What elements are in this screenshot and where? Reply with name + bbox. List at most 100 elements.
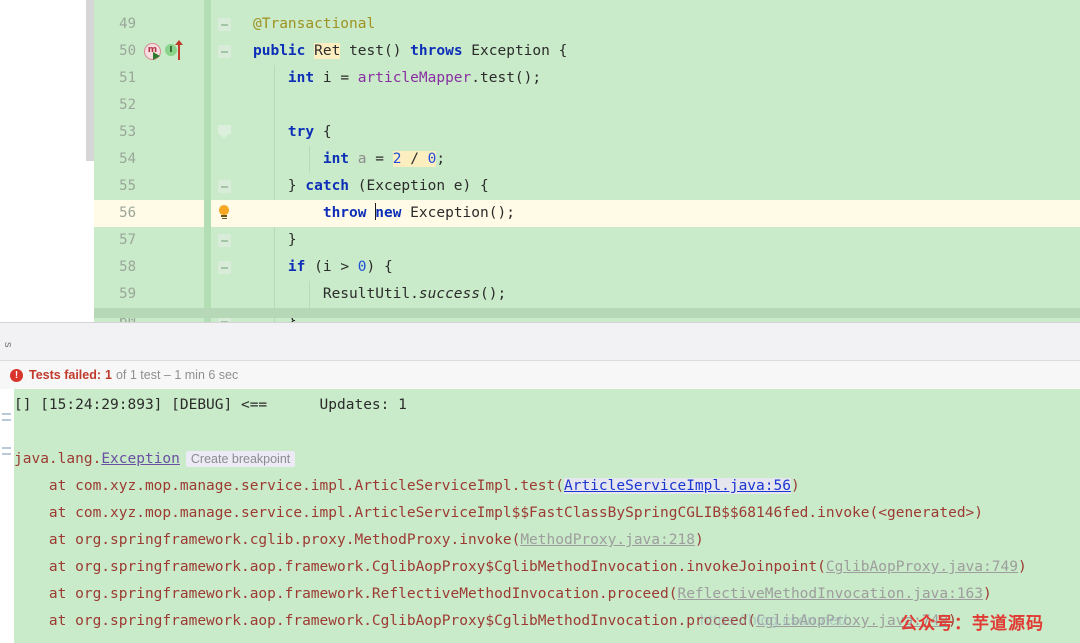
stack-frame: org.springframework.cglib.proxy.MethodPr… [75, 532, 521, 548]
stack-tail: ) [948, 613, 957, 629]
run-arrow-icon[interactable] [153, 52, 160, 60]
code-line-current[interactable]: 56 throw new Exception(); [94, 200, 1080, 227]
exception-header-line[interactable]: java.lang.Exception Create breakpoint [14, 446, 1080, 473]
code-line[interactable]: 55 } catch (Exception e) { [94, 173, 1080, 200]
fold-marker-icon[interactable] [218, 180, 231, 193]
error-icon: ! [10, 368, 23, 382]
indent-guides [239, 227, 1080, 254]
left-scrollbar-thumb[interactable] [86, 0, 94, 161]
fold-marker-icon[interactable] [218, 234, 231, 247]
overriding-method-arrow-icon[interactable] [175, 40, 183, 60]
line-number: 57 [119, 232, 136, 248]
code-line[interactable]: 52 [94, 92, 1080, 119]
stack-tail: ) [1017, 559, 1027, 575]
stack-file-link[interactable]: ArticleServiceImpl.java:56 [563, 478, 791, 494]
line-number: 50 [119, 43, 136, 59]
stack-file-link[interactable]: ReflectiveMethodInvocation.java:163 [677, 586, 983, 602]
fold-marker-icon[interactable] [218, 45, 231, 58]
gutter-run-icons[interactable]: m I [138, 38, 198, 65]
vcs-change-bar [204, 11, 211, 38]
fold-gutter[interactable] [211, 227, 239, 254]
tests-failed-count: 1 [105, 368, 112, 382]
stack-frame-row[interactable]: at org.springframework.cglib.proxy.Metho… [14, 527, 1080, 554]
stack-frame-row[interactable]: at org.springframework.aop.framework.Cgl… [14, 608, 1080, 635]
vcs-change-bar [204, 38, 211, 65]
fold-gutter[interactable] [211, 173, 239, 200]
indent-guides [239, 92, 1080, 119]
rail-mark [2, 419, 11, 421]
code-line-text: ResultUtil.success(); [253, 286, 507, 302]
code-line-text: } [253, 232, 297, 248]
fold-marker-icon[interactable] [218, 261, 231, 274]
stack-frame-row[interactable]: at org.springframework.aop.framework.Cgl… [14, 554, 1080, 581]
tool-window-tabbar[interactable]: s [0, 330, 1080, 361]
vcs-change-bar [204, 173, 211, 200]
fold-gutter[interactable] [211, 254, 239, 281]
code-line-text: throw new Exception(); [322, 203, 515, 221]
rail-mark [2, 413, 11, 415]
console-output[interactable]: [] [15:24:29:893] [DEBUG] <== Updates: 1… [14, 389, 1080, 643]
code-line[interactable]: 51 int i = articleMapper.test(); [94, 65, 1080, 92]
stack-at: at [14, 505, 76, 521]
stack-frame: com.xyz.mop.manage.service.impl.ArticleS… [75, 505, 879, 521]
vcs-change-bar [204, 146, 211, 173]
intention-bulb[interactable] [211, 200, 239, 227]
code-line[interactable]: 58 if (i > 0) { [94, 254, 1080, 281]
exception-name-link[interactable]: Exception [101, 451, 180, 467]
code-line[interactable]: 50 m I public Ret test() throws Exceptio… [94, 38, 1080, 65]
stack-file-link[interactable]: MethodProxy.java:218 [520, 532, 695, 548]
stack-at: at [14, 613, 76, 629]
stack-file-link[interactable]: CglibAopProxy.java:749 [826, 559, 1018, 575]
stack-frame: org.springframework.aop.framework.Reflec… [75, 586, 678, 602]
code-line-text: try { [287, 124, 332, 140]
vcs-change-bar [204, 65, 211, 92]
stack-tail: ) [974, 505, 984, 521]
code-pane[interactable]: } 49 @Transactional 50 m I p [94, 0, 1080, 322]
line-number: 52 [119, 97, 136, 113]
vcs-change-bar [204, 200, 211, 227]
stack-tail: ) [790, 478, 800, 494]
line-number: 58 [119, 259, 136, 275]
code-line[interactable]: 57 } [94, 227, 1080, 254]
exception-package: java.lang. [14, 451, 102, 467]
stack-at: at [14, 478, 76, 494]
lightbulb-icon[interactable] [218, 205, 230, 219]
line-number: 56 [119, 205, 136, 221]
line-number: 59 [119, 286, 136, 302]
console-gutter-rail[interactable] [0, 389, 15, 643]
stack-frame-row[interactable]: at com.xyz.mop.manage.service.impl.Artic… [14, 473, 1080, 500]
code-line-text: public Ret test() throws Exception { [253, 43, 568, 59]
code-line-text: if (i > 0) { [287, 259, 393, 275]
rail-mark [2, 447, 11, 449]
rail-mark [2, 453, 11, 455]
tool-window-side-label: s [2, 342, 14, 348]
stack-file-link: <generated> [878, 505, 975, 521]
stack-frame: org.springframework.aop.framework.CglibA… [75, 559, 826, 575]
fold-gutter[interactable] [211, 38, 239, 65]
code-line[interactable]: 53 try { [94, 119, 1080, 146]
code-line-text: @Transactional [253, 16, 376, 32]
stack-file-link[interactable]: CglibAopProxy.java:749 [756, 613, 948, 629]
fold-marker-icon[interactable] [218, 18, 231, 31]
stack-tail: ) [694, 532, 704, 548]
vcs-change-bar [204, 119, 211, 146]
code-editor[interactable]: } 49 @Transactional 50 m I p [0, 0, 1080, 322]
implementation-marker-icon[interactable]: I [165, 44, 177, 56]
code-line[interactable]: 49 @Transactional [94, 11, 1080, 38]
editor-horizontal-scrollbar[interactable] [94, 308, 1080, 318]
code-line-text: } catch (Exception e) { [253, 178, 489, 194]
stack-frame-row[interactable]: at com.xyz.mop.manage.service.impl.Artic… [14, 500, 1080, 527]
fold-gutter[interactable] [211, 119, 239, 146]
stack-at: at [14, 532, 76, 548]
fold-region-icon[interactable] [218, 125, 231, 139]
code-line[interactable]: 59 ResultUtil.success(); [94, 281, 1080, 308]
stack-frame-row[interactable]: at org.springframework.aop.framework.Ref… [14, 581, 1080, 608]
indent-guides [239, 119, 1080, 146]
code-line[interactable]: 54 int a = 2 / 0; [94, 146, 1080, 173]
console-log-line: [] [15:24:29:893] [DEBUG] <== Updates: 1 [14, 397, 407, 413]
create-breakpoint-hint[interactable]: Create breakpoint [185, 451, 296, 467]
stack-tail: ) [983, 586, 992, 602]
line-number: 53 [119, 124, 136, 140]
fold-gutter[interactable] [211, 11, 239, 38]
